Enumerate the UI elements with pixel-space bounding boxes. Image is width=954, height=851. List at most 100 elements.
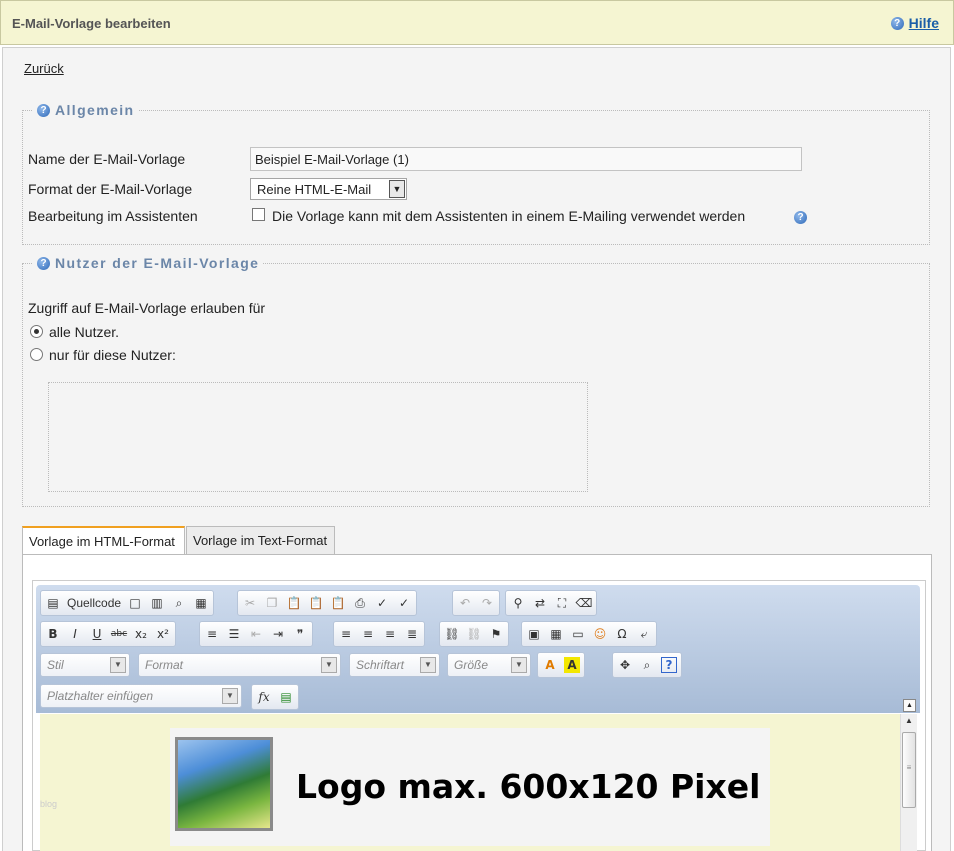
style-select-placeholder: Stil	[47, 658, 64, 672]
special-char-icon[interactable]: Ω	[614, 626, 630, 642]
style-select[interactable]: Stil ▼	[40, 653, 130, 677]
maximize-icon[interactable]: ✥	[617, 657, 633, 673]
preview-icon[interactable]: ⌕	[171, 595, 187, 611]
assistant-label: Bearbeitung im Assistenten	[28, 208, 198, 224]
source-code-button[interactable]: Quellcode	[67, 596, 121, 610]
copy-icon[interactable]: ❐	[264, 595, 280, 611]
bold-icon[interactable]: B	[45, 626, 61, 642]
link-group: ⛓ ⛓ ⚑	[439, 621, 509, 647]
color-group: A A	[537, 652, 585, 678]
chevron-down-icon[interactable]: ▼	[511, 657, 527, 673]
paste-word-icon[interactable]: 📋	[330, 595, 346, 611]
paste-icon[interactable]: 📋	[286, 595, 302, 611]
insert-doc-icon[interactable]: ▤	[278, 689, 294, 705]
source-code-icon[interactable]: ▤	[45, 595, 61, 611]
subscript-icon[interactable]: x₂	[133, 626, 149, 642]
table-icon[interactable]: ▦	[548, 626, 564, 642]
chevron-down-icon[interactable]: ▼	[110, 657, 126, 673]
indent-icon[interactable]: ⇥	[270, 626, 286, 642]
help-icon[interactable]: ?	[37, 103, 50, 117]
scroll-up-icon[interactable]: ▲	[902, 716, 916, 728]
help-link[interactable]: ? Hilfe	[890, 15, 939, 31]
background-color-icon[interactable]: A	[564, 657, 580, 673]
template-name-input[interactable]: Beispiel E-Mail-Vorlage (1)	[250, 147, 802, 171]
link-icon[interactable]: ⛓	[444, 626, 460, 642]
radio-all-users-label[interactable]: alle Nutzer.	[49, 324, 119, 340]
align-right-icon[interactable]: ≡	[382, 626, 398, 642]
undo-icon[interactable]: ↶	[457, 595, 473, 611]
scrollbar-thumb[interactable]: ≡	[902, 732, 916, 808]
align-center-icon[interactable]: ≡	[360, 626, 376, 642]
general-legend-title: Allgemein	[55, 102, 135, 118]
chevron-down-icon[interactable]: ▼	[420, 657, 436, 673]
align-justify-icon[interactable]: ≣	[404, 626, 420, 642]
find-group: ⚲ ⇄ ⛶ ⌫	[505, 590, 597, 616]
editor-scrollbar[interactable]: ▲ ≡	[900, 714, 917, 851]
print-icon[interactable]: ⎙	[352, 595, 368, 611]
general-section: ? Allgemein	[22, 102, 930, 245]
superscript-icon[interactable]: x²	[155, 626, 171, 642]
placeholder-select[interactable]: Platzhalter einfügen ▼	[40, 684, 242, 708]
image-icon[interactable]: ▣	[526, 626, 542, 642]
assistant-checkbox-label[interactable]: Die Vorlage kann mit dem Assistenten in …	[272, 208, 745, 224]
chevron-down-icon[interactable]: ▼	[222, 688, 238, 704]
radio-specific-users[interactable]	[30, 348, 43, 361]
outdent-icon[interactable]: ⇤	[248, 626, 264, 642]
numbered-list-icon[interactable]: ≡	[204, 626, 220, 642]
clipboard-group: ✂ ❐ 📋 📋 📋 ⎙ ✓ ✓	[237, 590, 417, 616]
spellcheck-dropdown-icon[interactable]: ✓	[396, 595, 412, 611]
unlink-icon[interactable]: ⛓	[466, 626, 482, 642]
users-legend-title: Nutzer der E-Mail-Vorlage	[55, 255, 260, 271]
smiley-icon[interactable]: ☺	[592, 626, 608, 642]
chevron-down-icon[interactable]: ▼	[389, 180, 405, 198]
page-break-icon[interactable]: ⤶	[636, 626, 652, 642]
replace-icon[interactable]: ⇄	[532, 595, 548, 611]
text-color-icon[interactable]: A	[542, 657, 558, 673]
assistant-checkbox[interactable]	[252, 208, 265, 221]
spellcheck-icon[interactable]: ✓	[374, 595, 390, 611]
template-format-select[interactable]: Reine HTML-E-Mail ▼	[250, 178, 407, 200]
cut-icon[interactable]: ✂	[242, 595, 258, 611]
font-select[interactable]: Schriftart ▼	[349, 653, 440, 677]
help-icon[interactable]: ?	[890, 16, 904, 30]
size-select[interactable]: Größe ▼	[447, 653, 531, 677]
user-list-box[interactable]	[48, 382, 588, 492]
format-select[interactable]: Format ▼	[138, 653, 341, 677]
radio-all-users[interactable]	[30, 325, 43, 338]
anchor-icon[interactable]: ⚑	[488, 626, 504, 642]
align-left-icon[interactable]: ≡	[338, 626, 354, 642]
tab-text-format[interactable]: Vorlage im Text-Format	[186, 526, 335, 554]
find-icon[interactable]: ⚲	[510, 595, 526, 611]
scroll-up-icon[interactable]: ▲	[903, 699, 916, 712]
chevron-down-icon[interactable]: ▼	[321, 657, 337, 673]
strikethrough-icon[interactable]: abc	[111, 626, 127, 642]
function-group: fx ▤	[251, 684, 299, 710]
tab-html-format[interactable]: Vorlage im HTML-Format	[22, 526, 185, 554]
function-icon[interactable]: fx	[256, 689, 272, 705]
new-page-icon[interactable]: □	[127, 595, 143, 611]
show-blocks-icon[interactable]: ⌕	[639, 657, 655, 673]
align-group: ≡ ≡ ≡ ≣	[333, 621, 425, 647]
back-link[interactable]: Zurück	[24, 61, 64, 76]
italic-icon[interactable]: I	[67, 626, 83, 642]
help-link-label[interactable]: Hilfe	[909, 15, 939, 31]
redo-icon[interactable]: ↷	[479, 595, 495, 611]
page-header: E-Mail-Vorlage bearbeiten ? Hilfe	[0, 0, 954, 45]
logo-placeholder-text: Logo max. 600x120 Pixel	[296, 767, 761, 806]
select-all-icon[interactable]: ⛶	[554, 595, 570, 611]
bulleted-list-icon[interactable]: ☰	[226, 626, 242, 642]
help-icon[interactable]: ?	[37, 256, 50, 270]
logo-placeholder-image	[175, 737, 273, 831]
save-icon[interactable]: ▥	[149, 595, 165, 611]
access-label: Zugriff auf E-Mail-Vorlage erlauben für	[28, 300, 266, 316]
help-icon[interactable]: ?	[794, 211, 807, 224]
about-icon[interactable]: ?	[661, 657, 677, 673]
paste-text-icon[interactable]: 📋	[308, 595, 324, 611]
radio-specific-users-label[interactable]: nur für diese Nutzer:	[49, 347, 176, 363]
horizontal-line-icon[interactable]: ▭	[570, 626, 586, 642]
remove-format-icon[interactable]: ⌫	[576, 595, 593, 611]
underline-icon[interactable]: U	[89, 626, 105, 642]
format-select-placeholder: Format	[145, 658, 184, 672]
templates-icon[interactable]: ▦	[193, 595, 209, 611]
blockquote-icon[interactable]: ❞	[292, 626, 308, 642]
